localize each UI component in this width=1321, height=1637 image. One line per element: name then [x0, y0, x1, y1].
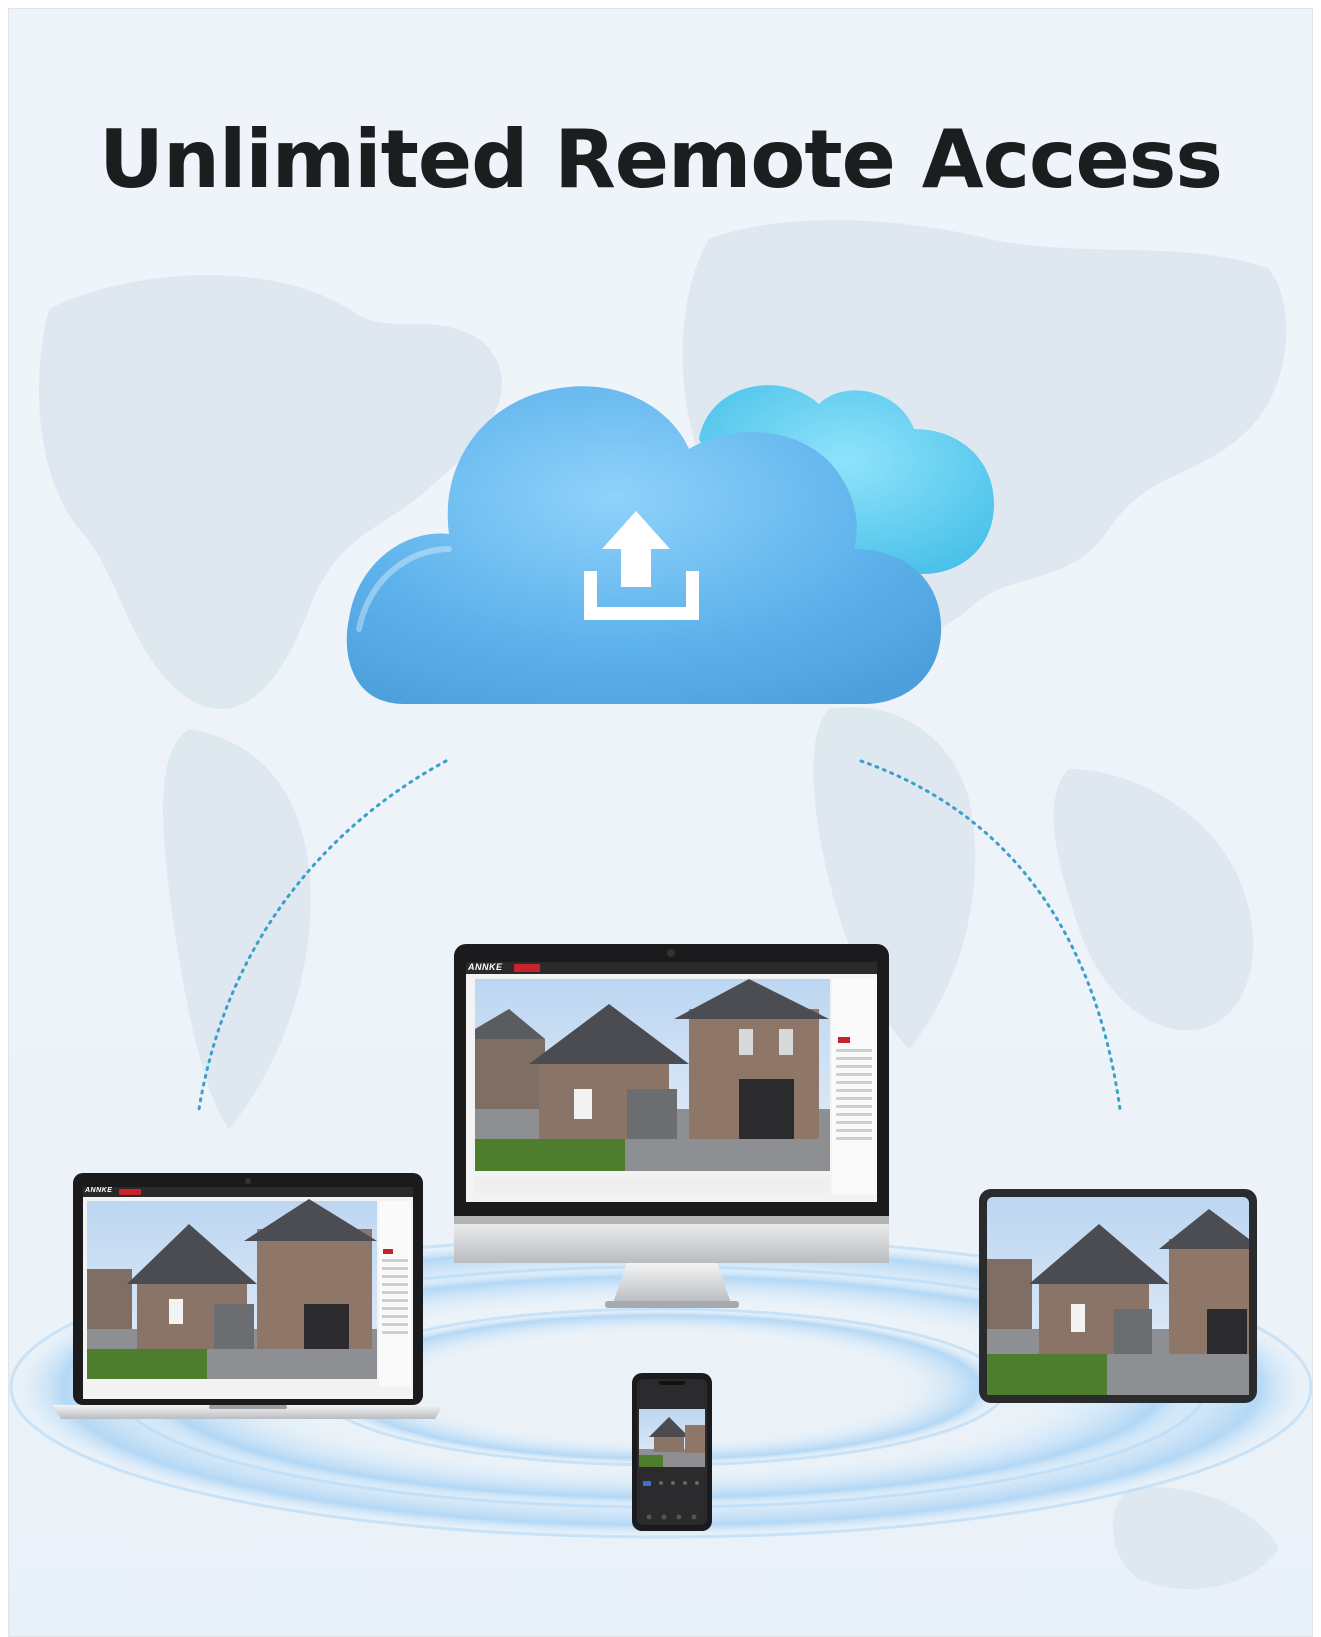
tablet: [979, 1189, 1257, 1403]
headline: Unlimited Remote Access: [99, 113, 1223, 206]
laptop-app-bar: ANNKE: [83, 1187, 119, 1197]
smartphone: [632, 1373, 712, 1531]
app-logo: ANNKE: [85, 1187, 113, 1194]
scene-graphics: [9, 220, 1312, 1589]
laptop: [53, 1173, 443, 1419]
ad-panel: Unlimited Remote Access ANNKE ANNKE: [8, 8, 1313, 1637]
desktop-monitor: [454, 944, 889, 1308]
desktop-app-bar: ANNKE: [466, 962, 514, 974]
app-logo: ANNKE: [468, 962, 503, 972]
